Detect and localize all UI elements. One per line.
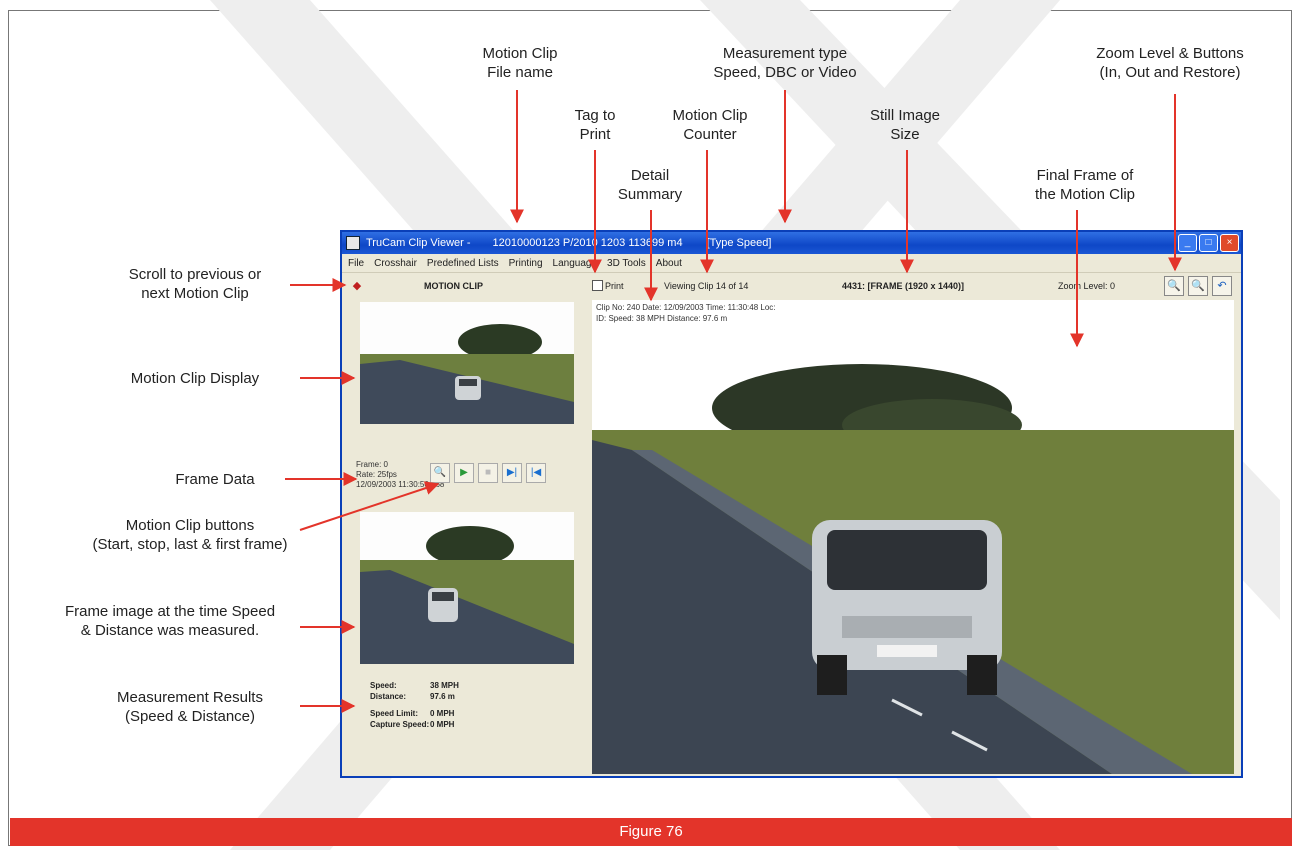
speed-label: Speed: [370, 681, 397, 690]
callout-frame-image: Frame image at the time Speed & Distance… [64, 603, 276, 639]
detail-summary: Clip No: 240 Date: 12/09/2003 Time: 11:3… [596, 302, 776, 324]
capture-speed-value: 0 MPH [430, 720, 455, 729]
clip-file-name: 12010000123 P/2010 1203 113699 m4 [492, 237, 683, 249]
callout-measurement-type: Measurement type Speed, DBC or Video [713, 45, 857, 81]
final-frame-image: Clip No: 240 Date: 12/09/2003 Time: 11:3… [592, 300, 1234, 774]
app-title: TruCam Clip Viewer - [366, 237, 471, 249]
detail-line-1: Clip No: 240 Date: 12/09/2003 Time: 11:3… [596, 303, 776, 312]
menu-bar: File Crosshair Predefined Lists Printing… [342, 254, 1241, 273]
callout-zoom-buttons: Zoom Level & Buttons (In, Out and Restor… [1096, 45, 1244, 81]
callout-detail-summary: Detail Summary [617, 167, 683, 203]
title-bar: TruCam Clip Viewer - 12010000123 P/2010 … [342, 232, 1241, 254]
first-frame-icon[interactable]: |◀ [526, 463, 546, 483]
zoom-out-icon[interactable]: 🔍 [1188, 276, 1208, 296]
menu-crosshair[interactable]: Crosshair [374, 258, 417, 269]
detail-line-2: ID: Speed: 38 MPH Distance: 97.6 m [596, 314, 728, 323]
motion-clip-label: MOTION CLIP [424, 281, 483, 291]
menu-about[interactable]: About [656, 258, 682, 269]
callout-frame-data: Frame Data [175, 471, 255, 488]
maximize-button[interactable]: □ [1199, 234, 1218, 252]
last-frame-icon[interactable]: ▶| [502, 463, 522, 483]
callout-tag-to-print: Tag to Print [574, 107, 616, 143]
menu-file[interactable]: File [348, 258, 364, 269]
speed-limit-label: Speed Limit: [370, 709, 419, 718]
callout-still-size: Still Image Size [869, 107, 941, 143]
zoom-level: Zoom Level: 0 [1058, 281, 1116, 291]
callout-clip-buttons: Motion Clip buttons (Start, stop, last &… [92, 517, 288, 553]
stop-icon[interactable]: ■ [478, 463, 498, 483]
measurement-results: Speed: 38 MPH Distance: 97.6 m Speed Limit… [370, 680, 459, 730]
tag-to-print-checkbox[interactable] [592, 280, 603, 291]
clip-zoom-icon[interactable]: 🔍 [430, 463, 450, 483]
figure-caption: Figure 76 [10, 818, 1292, 846]
callout-measurement-results: Measurement Results (Speed & Distance) [117, 689, 263, 725]
callout-clip-counter: Motion Clip Counter [672, 107, 748, 143]
distance-label: Distance: [370, 692, 407, 701]
menu-predefined-lists[interactable]: Predefined Lists [427, 258, 499, 269]
menu-3d-tools[interactable]: 3D Tools [607, 258, 646, 269]
zoom-restore-icon[interactable]: ↶ [1212, 276, 1232, 296]
callout-file-name: Motion Clip File name [482, 45, 558, 81]
app-window: TruCam Clip Viewer - 12010000123 P/2010 … [340, 230, 1243, 778]
menu-printing[interactable]: Printing [509, 258, 543, 269]
play-icon[interactable]: ▶ [454, 463, 474, 483]
minimize-button[interactable]: _ [1178, 234, 1197, 252]
motion-clip-display [360, 302, 574, 424]
distance-value: 97.6 m [430, 692, 455, 701]
capture-speed-label: Capture Speed: [370, 720, 430, 729]
speed-value: 38 MPH [430, 681, 459, 690]
menu-language[interactable]: Language [553, 258, 598, 269]
scroll-clip-icon[interactable]: ◆ [350, 279, 364, 293]
clip-counter: Viewing Clip 14 of 14 [664, 281, 749, 291]
speed-limit-value: 0 MPH [430, 709, 455, 718]
print-label: Print [605, 281, 624, 291]
left-panel: Frame: 0 Rate: 25fps 12/09/2003 11:30:50… [348, 300, 580, 770]
close-button[interactable]: × [1220, 234, 1239, 252]
zoom-in-icon[interactable]: 🔍 [1164, 276, 1184, 296]
measured-frame-image [360, 512, 574, 664]
still-image-size: 4431: [FRAME (1920 x 1440)] [842, 281, 965, 291]
app-icon [346, 236, 360, 250]
callout-final-frame: Final Frame of the Motion Clip [1034, 167, 1136, 203]
callout-clip-display: Motion Clip Display [130, 370, 260, 387]
measurement-type: [Type Speed] [706, 237, 772, 249]
callout-scroll-clip: Scroll to previous or next Motion Clip [128, 266, 262, 302]
toolbar: ◆ MOTION CLIP Print Viewing Clip 14 of 1… [342, 274, 1241, 298]
